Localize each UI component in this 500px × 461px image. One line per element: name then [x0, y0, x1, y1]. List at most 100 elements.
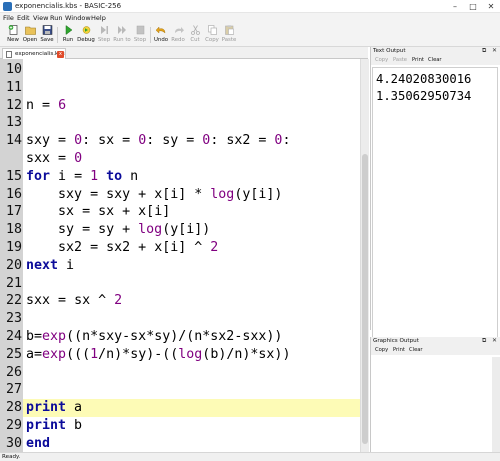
code-line[interactable]: 30 end — [0, 435, 360, 452]
code-line[interactable]: 27 — [0, 381, 360, 399]
line-number: 21 — [5, 275, 22, 291]
code-line[interactable]: 20 next i — [0, 257, 360, 275]
code-line[interactable]: 26 — [0, 364, 360, 382]
title-bar: exponencialis.kbs - BASIC-256 – □ ✕ — [0, 0, 500, 13]
window-title: exponencialis.kbs - BASIC-256 — [15, 2, 122, 10]
code-text: sxy = sxy + x[i] * log(y[i]) — [58, 186, 283, 202]
line-number: 24 — [5, 329, 22, 344]
tab-close-icon[interactable]: x — [57, 51, 64, 58]
menu-file[interactable]: File — [3, 14, 14, 22]
code-line[interactable]: 29 print b — [0, 417, 360, 435]
line-number: 17 — [5, 204, 22, 220]
line-number: 10 — [5, 62, 22, 77]
code-line[interactable]: 24 b=exp((n*sxy-sx*sy)/(n*sx2-sxx)) — [0, 328, 360, 346]
text-output-title: Text Output — [373, 48, 406, 54]
text-output-area[interactable]: 4.24020830016 1.35062950734 — [372, 67, 498, 375]
code-line[interactable]: 16 sxy = sxy + x[i] * log(y[i]) — [0, 186, 360, 204]
graphics-print-button[interactable]: Print — [393, 347, 405, 353]
graphics-copy-button[interactable]: Copy — [375, 347, 388, 353]
step-icon — [101, 26, 108, 34]
code-line[interactable]: sxx = 0 — [0, 150, 360, 168]
line-number: 15 — [5, 168, 22, 184]
toolbar: New Open Save Run Debug Step Run to Stop… — [0, 23, 500, 47]
graphics-clear-button[interactable]: Clear — [409, 347, 423, 353]
code-text: print a — [26, 400, 83, 416]
close-icon[interactable]: ✕ — [482, 0, 500, 13]
code-text: sxx = 0 — [26, 151, 83, 166]
menu-view[interactable]: View — [33, 14, 48, 22]
menu-bar: File Edit View Run Window Help — [0, 13, 500, 23]
editor-scrollbar[interactable] — [360, 59, 369, 452]
paste-icon — [225, 25, 234, 35]
minimize-icon[interactable]: – — [446, 0, 464, 13]
code-line[interactable]: 10 — [0, 61, 360, 79]
run-to-icon — [118, 26, 126, 34]
code-line[interactable]: 25 a=exp(((1/n)*sy)-((log(b)/n)*sx)) — [0, 346, 360, 364]
line-number: 30 — [5, 435, 22, 451]
code-line[interactable]: 18 sy = sy + log(y[i]) — [0, 221, 360, 239]
code-text: sy = sy + log(y[i]) — [58, 222, 211, 238]
line-number: 19 — [5, 240, 22, 255]
menu-run[interactable]: Run — [50, 14, 62, 22]
code-text: a=exp(((1/n)*sy)-((log(b)/n)*sx)) — [26, 346, 291, 362]
save-disk-icon — [42, 25, 53, 35]
code-line[interactable]: 28 print a — [0, 399, 360, 417]
code-text: print b — [26, 418, 83, 433]
cut-icon — [191, 25, 200, 35]
output-line: 4.24020830016 — [376, 72, 472, 86]
line-number: 26 — [5, 364, 22, 380]
panel-close-icon[interactable]: ✕ — [492, 337, 497, 344]
status-bar: Ready. — [0, 452, 500, 461]
menu-help[interactable]: Help — [91, 14, 106, 22]
graphics-output-title: Graphics Output — [373, 338, 419, 344]
code-text: sxx = sx ^ 2 — [26, 293, 123, 309]
text-print-button[interactable]: Print — [412, 57, 424, 63]
tab-file[interactable]: exponencialis.kbs x — [2, 48, 66, 59]
panel-float-icon[interactable]: ⧉ — [482, 47, 486, 55]
code-line[interactable]: 17 sx = sx + x[i] — [0, 203, 360, 221]
code-line[interactable]: 11 — [0, 79, 360, 97]
line-number: 22 — [5, 293, 22, 309]
open-folder-icon — [25, 26, 36, 35]
graphics-canvas[interactable] — [372, 357, 492, 452]
code-text: b=exp((n*sxy-sx*sy)/(n*sx2-sxx)) — [26, 329, 283, 344]
code-line[interactable]: 22 sxx = sx ^ 2 — [0, 292, 360, 310]
maximize-icon[interactable]: □ — [464, 0, 482, 13]
code-line[interactable]: 19 sx2 = sx2 + x[i] ^ 2 — [0, 239, 360, 257]
text-paste-button[interactable]: Paste — [393, 57, 407, 63]
text-output-header: Text Output ⧉ ✕ — [371, 47, 500, 56]
code-text: for i = 1 to n — [26, 168, 139, 184]
text-copy-button[interactable]: Copy — [375, 57, 388, 63]
panel-float-icon[interactable]: ⧉ — [482, 337, 486, 345]
menu-window[interactable]: Window — [65, 14, 91, 22]
menu-edit[interactable]: Edit — [17, 14, 30, 22]
paste-button[interactable]: Paste — [219, 24, 239, 46]
code-line[interactable]: 14 sxy = 0: sx = 0: sy = 0: sx2 = 0: — [0, 132, 360, 150]
editor-scrollbar-thumb[interactable] — [362, 154, 368, 444]
tab-bar: exponencialis.kbs x — [0, 47, 368, 59]
output-line: 1.35062950734 — [376, 89, 472, 103]
stop-button[interactable]: Stop — [130, 24, 150, 46]
line-number: 28 — [5, 400, 22, 416]
code-line[interactable]: 21 — [0, 275, 360, 293]
graphics-output-header: Graphics Output ⧉ ✕ — [371, 337, 500, 346]
code-text: next i — [26, 257, 75, 273]
line-number: 27 — [5, 382, 22, 398]
line-number: 13 — [5, 115, 22, 131]
line-number: 23 — [5, 311, 22, 327]
code-editor[interactable]: 10 11 12 n = 6 13 14 sxy = 0: sx = 0: sy = 0: … — [0, 59, 360, 452]
code-line[interactable]: 23 — [0, 310, 360, 328]
app-icon — [3, 2, 12, 11]
code-line[interactable]: 12 n = 6 — [0, 97, 360, 115]
graphics-output-toolbar: Copy Print Clear — [371, 346, 500, 355]
text-clear-button[interactable]: Clear — [428, 57, 442, 63]
code-line[interactable]: 15 for i = 1 to n — [0, 168, 360, 186]
panel-close-icon[interactable]: ✕ — [492, 47, 497, 54]
copy-icon — [208, 25, 217, 35]
code-text: end — [26, 435, 51, 451]
line-number: 11 — [5, 79, 22, 95]
code-line[interactable]: 13 — [0, 114, 360, 132]
graphics-scrollbar[interactable] — [492, 357, 500, 452]
undo-icon — [156, 26, 166, 34]
save-button[interactable]: Save — [37, 24, 57, 46]
